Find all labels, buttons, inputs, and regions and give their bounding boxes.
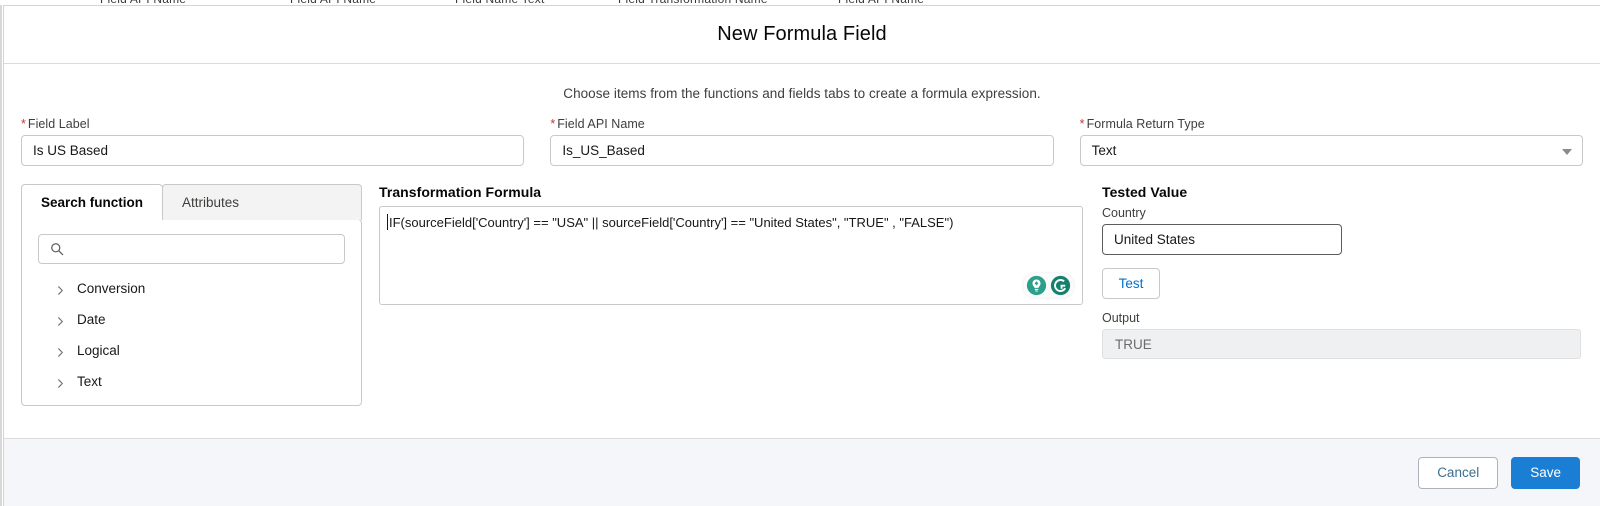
new-formula-field-modal: New Formula Field Choose items from the … xyxy=(3,5,1600,506)
editor-badge-group xyxy=(1023,273,1074,298)
page-title: New Formula Field xyxy=(717,23,887,45)
tree-item-label: Logical xyxy=(77,343,120,358)
cancel-button[interactable]: Cancel xyxy=(1418,456,1499,489)
tree-item-date[interactable]: Date xyxy=(38,304,345,335)
output-value-box: TRUE xyxy=(1102,329,1581,359)
function-tabpanel: Conversion Date Logical Text xyxy=(21,219,362,406)
function-tabstrip: Search function Attributes xyxy=(21,184,362,221)
field-row: * Field Label Is US Based * Field API Name… xyxy=(4,101,1600,166)
field-api-name-group: * Field API Name Is_US_Based xyxy=(550,117,1054,166)
transformation-formula-title: Transformation Formula xyxy=(379,184,542,200)
background-left-rail xyxy=(0,5,2,506)
tested-value-panel: Tested Value Country United States Test … xyxy=(1083,184,1583,406)
search-function-field[interactable] xyxy=(38,234,345,264)
formula-return-type-select[interactable]: Text xyxy=(1079,135,1583,166)
modal-footer: Cancel Save xyxy=(4,438,1600,506)
required-asterisk: * xyxy=(21,117,26,131)
chevron-right-icon xyxy=(55,345,66,357)
tree-item-label: Date xyxy=(77,312,106,327)
chevron-down-icon xyxy=(1561,148,1572,155)
test-button-label: Test xyxy=(1118,276,1144,291)
save-button-label: Save xyxy=(1530,464,1561,480)
required-asterisk: * xyxy=(550,117,556,131)
country-input[interactable]: United States xyxy=(1102,224,1342,255)
country-label: Country xyxy=(1102,206,1146,220)
text-caret xyxy=(387,214,388,230)
grammarly-icon[interactable] xyxy=(1050,275,1071,296)
tested-value-title: Tested Value xyxy=(1102,184,1188,200)
formula-text: IF(sourceField['Country'] == "USA" || so… xyxy=(389,215,954,230)
modal-body: Choose items from the functions and fiel… xyxy=(4,64,1600,438)
tab-search-function-label: Search function xyxy=(41,195,144,210)
tab-attributes-label: Attributes xyxy=(182,195,240,210)
instructions-text: Choose items from the functions and fiel… xyxy=(563,86,1041,101)
save-button[interactable]: Save xyxy=(1511,456,1580,489)
formula-return-type-caption: * Formula Return Type xyxy=(1079,117,1205,131)
formula-editor[interactable]: IF(sourceField['Country'] == "USA" || so… xyxy=(379,206,1083,305)
cancel-button-label: Cancel xyxy=(1437,464,1480,480)
field-label-caption: * Field Label xyxy=(21,117,90,131)
modal-header: New Formula Field xyxy=(4,6,1600,64)
tab-search-function[interactable]: Search function xyxy=(21,184,164,221)
chevron-right-icon xyxy=(55,376,66,388)
function-browser-panel: Search function Attributes Conversion Da… xyxy=(21,184,362,406)
lightbulb-icon[interactable] xyxy=(1026,275,1047,296)
function-category-tree: Conversion Date Logical Text xyxy=(38,273,345,397)
test-button[interactable]: Test xyxy=(1102,268,1160,299)
formula-return-type-value: Text xyxy=(1091,143,1117,158)
tree-item-text[interactable]: Text xyxy=(38,366,345,397)
search-icon xyxy=(50,242,64,256)
field-label-input[interactable]: Is US Based xyxy=(21,135,525,166)
country-value: United States xyxy=(1114,232,1196,247)
chevron-right-icon xyxy=(55,314,66,326)
field-api-name-input[interactable]: Is_US_Based xyxy=(550,135,1054,166)
tree-item-conversion[interactable]: Conversion xyxy=(38,273,345,304)
field-label-value: Is US Based xyxy=(33,143,109,158)
formula-return-type-group: * Formula Return Type Text xyxy=(1079,117,1583,166)
tree-item-label: Text xyxy=(77,374,102,389)
field-api-name-caption: * Field API Name xyxy=(550,117,645,131)
output-label: Output xyxy=(1102,311,1140,325)
chevron-right-icon xyxy=(55,283,66,295)
panels-row: Search function Attributes Conversion Da… xyxy=(4,166,1600,406)
required-asterisk: * xyxy=(1079,117,1085,131)
tab-attributes[interactable]: Attributes xyxy=(162,184,362,220)
search-input[interactable] xyxy=(73,240,344,258)
field-label-group: * Field Label Is US Based xyxy=(21,117,525,166)
field-api-name-value: Is_US_Based xyxy=(562,143,645,158)
output-value: TRUE xyxy=(1115,336,1152,352)
tree-item-label: Conversion xyxy=(77,281,146,296)
transformation-formula-panel: Transformation Formula IF(sourceField['C… xyxy=(362,184,1083,406)
tree-item-logical[interactable]: Logical xyxy=(38,335,345,366)
